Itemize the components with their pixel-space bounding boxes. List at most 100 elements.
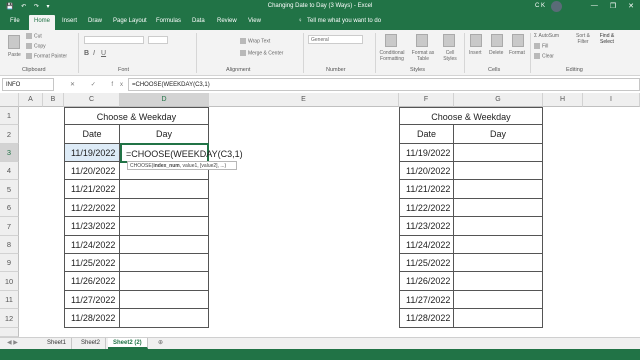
date-cell-c3[interactable]: 11/19/2022 — [64, 144, 120, 162]
tab-review[interactable]: Review — [217, 18, 237, 24]
date-cell[interactable]: 11/20/2022 — [64, 162, 120, 180]
tab-view[interactable]: View — [248, 18, 261, 24]
minimize-button[interactable]: — — [591, 2, 598, 10]
underline-button[interactable]: U — [101, 50, 106, 57]
table-title-left[interactable]: Choose & Weekday — [64, 107, 209, 125]
day-cell[interactable] — [454, 272, 543, 291]
cell-styles-icon[interactable] — [443, 34, 455, 47]
date-cell[interactable]: 11/19/2022 — [399, 144, 454, 162]
avatar[interactable] — [551, 1, 562, 12]
date-cell[interactable]: 11/23/2022 — [64, 217, 120, 236]
format-cells-icon[interactable] — [512, 34, 524, 47]
tab-insert[interactable]: Insert — [62, 18, 77, 24]
day-cell[interactable] — [454, 291, 543, 309]
column-header-b[interactable]: B — [43, 93, 64, 107]
row-header[interactable]: 1 — [0, 107, 19, 125]
date-cell[interactable]: 11/26/2022 — [64, 272, 120, 291]
day-cell[interactable] — [454, 180, 543, 199]
format-painter-button[interactable]: Format Painter — [26, 53, 67, 59]
italic-button[interactable]: I — [93, 50, 95, 57]
tab-file[interactable]: File — [10, 18, 20, 24]
insert-cells-icon[interactable] — [470, 34, 482, 47]
date-cell[interactable]: 11/25/2022 — [399, 254, 454, 272]
date-cell[interactable]: 11/21/2022 — [64, 180, 120, 199]
tab-page-layout[interactable]: Page Layout — [113, 18, 147, 24]
row-header[interactable]: 8 — [0, 236, 19, 254]
day-cell[interactable] — [120, 291, 209, 309]
find-select-button[interactable]: Find & Select — [596, 33, 618, 45]
format-cells-button[interactable]: Format — [509, 50, 525, 56]
date-cell[interactable]: 11/21/2022 — [399, 180, 454, 199]
add-sheet-icon[interactable]: ⊕ — [153, 338, 168, 349]
close-button[interactable]: ✕ — [628, 2, 634, 10]
row-header[interactable]: 7 — [0, 217, 19, 236]
column-header-i[interactable]: I — [583, 93, 640, 107]
day-cell[interactable] — [454, 254, 543, 272]
format-as-table-button[interactable]: Format as Table — [410, 50, 436, 62]
sheet-tab-sheet2-2[interactable]: Sheet2 (2) — [108, 338, 148, 349]
autosum-button[interactable]: Σ AutoSum — [534, 33, 559, 39]
select-all-corner[interactable] — [0, 93, 19, 107]
conditional-formatting-icon[interactable] — [385, 34, 397, 47]
row-header[interactable]: 11 — [0, 291, 19, 309]
table-title-right[interactable]: Choose & Weekday — [399, 107, 543, 125]
date-cell[interactable]: 11/23/2022 — [399, 217, 454, 236]
user-name[interactable]: C K — [535, 3, 545, 9]
day-cell[interactable] — [454, 199, 543, 217]
sheet-tab-sheet1[interactable]: Sheet1 — [42, 338, 73, 349]
column-header-d[interactable]: D — [120, 93, 209, 107]
clear-button[interactable]: Clear — [534, 53, 554, 59]
header-date-right[interactable]: Date — [399, 125, 454, 144]
header-day-right[interactable]: Day — [454, 125, 543, 144]
day-cell[interactable] — [454, 236, 543, 254]
column-header-a[interactable]: A — [19, 93, 43, 107]
column-header-e[interactable]: E — [209, 93, 399, 107]
row-header[interactable]: 2 — [0, 125, 19, 144]
restore-button[interactable]: ❐ — [610, 2, 616, 10]
row-header[interactable]: 10 — [0, 272, 19, 291]
row-header[interactable]: 6 — [0, 199, 19, 217]
row-header[interactable]: 9 — [0, 254, 19, 272]
row-header[interactable]: 4 — [0, 162, 19, 180]
conditional-formatting-button[interactable]: Conditional Formatting — [378, 50, 406, 62]
fill-button[interactable]: Fill — [534, 43, 548, 49]
paste-icon[interactable] — [8, 35, 20, 49]
bold-button[interactable]: B — [84, 50, 89, 57]
paste-button[interactable]: Paste — [8, 52, 21, 58]
day-cell[interactable] — [120, 217, 209, 236]
day-cell[interactable] — [120, 254, 209, 272]
worksheet-grid[interactable]: A B C D E F G H I 1 2 3 4 5 6 7 8 9 10 1… — [0, 93, 640, 337]
tab-formulas[interactable]: Formulas — [156, 18, 181, 24]
formula-input[interactable]: =CHOOSE(WEEKDAY(C3,1) — [128, 78, 640, 91]
date-cell[interactable]: 11/24/2022 — [399, 236, 454, 254]
day-cell[interactable] — [120, 199, 209, 217]
name-box[interactable]: INFO — [2, 78, 54, 91]
row-header[interactable] — [0, 328, 19, 337]
column-header-c[interactable]: C — [64, 93, 120, 107]
editing-cell-d3[interactable]: =CHOOSE(WEEKDAY(C3,1) — [120, 143, 243, 163]
date-cell[interactable]: 11/28/2022 — [399, 309, 454, 328]
day-cell[interactable] — [120, 272, 209, 291]
cut-button[interactable]: Cut — [26, 33, 42, 39]
date-cell[interactable]: 11/22/2022 — [64, 199, 120, 217]
date-cell[interactable]: 11/27/2022 — [399, 291, 454, 309]
tab-draw[interactable]: Draw — [88, 18, 102, 24]
row-header[interactable]: 3 — [0, 144, 19, 162]
delete-cells-icon[interactable] — [491, 34, 503, 47]
scroll-tabs-icon[interactable]: ◀ ▶ — [2, 338, 23, 349]
date-cell[interactable]: 11/28/2022 — [64, 309, 120, 328]
row-header[interactable]: 12 — [0, 309, 19, 328]
day-cell[interactable] — [454, 217, 543, 236]
column-header-h[interactable]: H — [543, 93, 583, 107]
font-size-dropdown[interactable] — [148, 36, 168, 44]
merge-center-button[interactable]: Merge & Center — [240, 50, 283, 56]
formula-bar-buttons[interactable]: ✕ ✓ fx — [70, 81, 130, 88]
tell-me-search[interactable]: Tell me what you want to do — [307, 18, 381, 24]
cell-styles-button[interactable]: Cell Styles — [440, 50, 460, 62]
copy-button[interactable]: Copy — [26, 43, 46, 49]
format-as-table-icon[interactable] — [416, 34, 428, 47]
tab-home[interactable]: Home — [29, 15, 56, 30]
header-day-left[interactable]: Day — [120, 125, 209, 144]
sheet-tab-sheet2[interactable]: Sheet2 — [76, 338, 107, 349]
sort-filter-button[interactable]: Sort & Filter — [574, 33, 592, 45]
